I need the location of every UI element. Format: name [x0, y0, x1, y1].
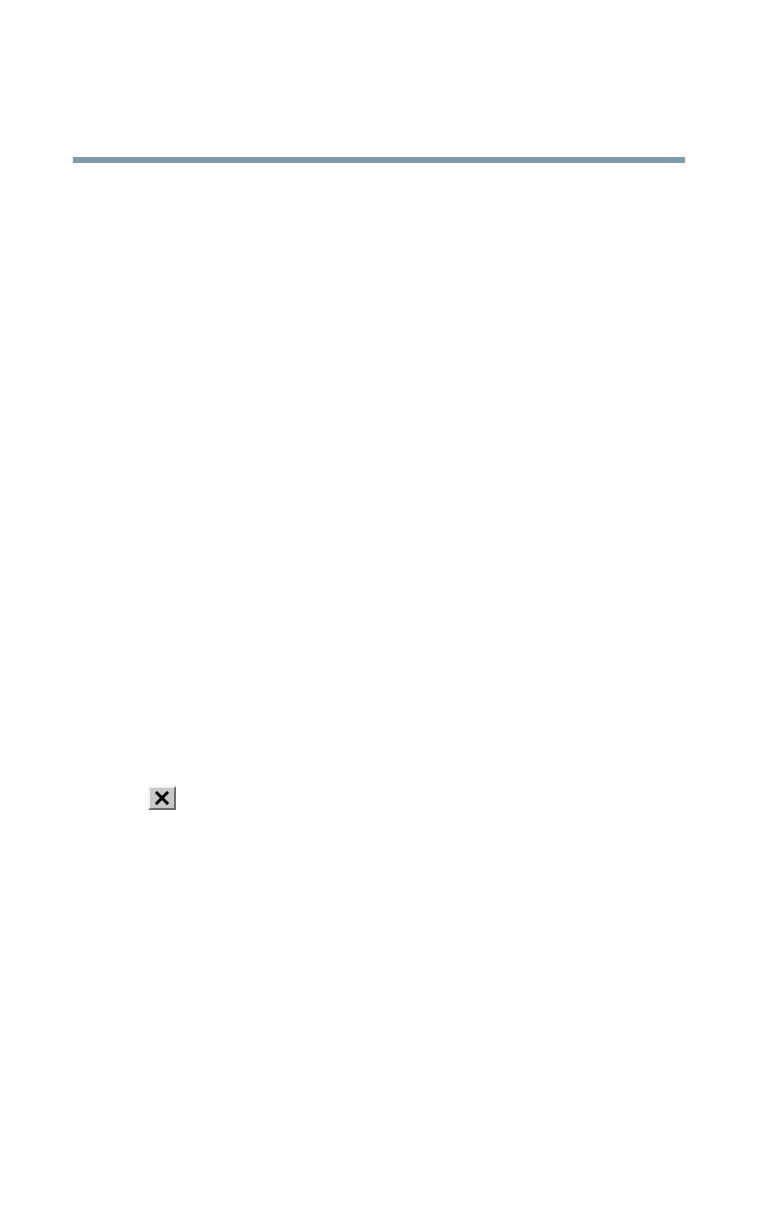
close-button[interactable] [148, 786, 176, 810]
close-icon [154, 791, 170, 805]
header-rule [73, 157, 685, 163]
